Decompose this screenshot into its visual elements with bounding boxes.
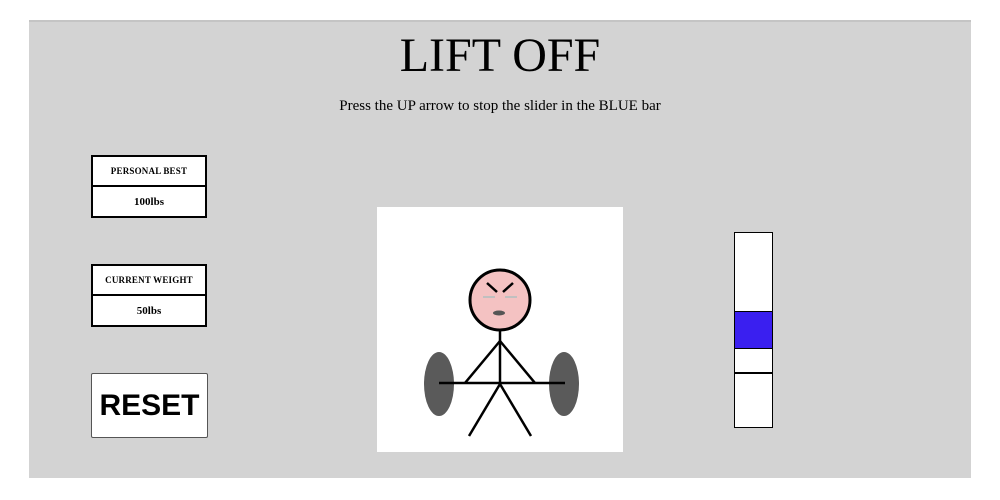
lifter-right-arm bbox=[499, 340, 536, 384]
lifter-right-leg bbox=[498, 383, 533, 437]
lifter-mouth bbox=[493, 310, 505, 316]
personal-best-value: 100lbs bbox=[134, 195, 164, 208]
lifter-left-leg bbox=[467, 383, 502, 437]
power-meter bbox=[734, 232, 773, 428]
stick-figure-lifter bbox=[424, 268, 579, 437]
current-weight-value: 50lbs bbox=[136, 304, 162, 317]
lifter-head bbox=[468, 268, 532, 332]
personal-best-label: PERSONAL BEST bbox=[93, 157, 205, 187]
lifter-left-arm bbox=[464, 340, 501, 384]
lifter-stage bbox=[377, 207, 623, 452]
current-weight-label: CURRENT WEIGHT bbox=[93, 266, 205, 296]
game-panel: LIFT OFF Press the UP arrow to stop the … bbox=[29, 20, 971, 478]
current-weight-box: CURRENT WEIGHT 50lbs bbox=[91, 264, 207, 327]
instructions-text: Press the UP arrow to stop the slider in… bbox=[339, 98, 661, 114]
meter-slider bbox=[735, 371, 772, 374]
personal-best-box: PERSONAL BEST 100lbs bbox=[91, 155, 207, 218]
game-title: LIFT OFF bbox=[399, 29, 601, 82]
meter-target-zone bbox=[735, 310, 772, 350]
reset-button[interactable]: RESET bbox=[91, 373, 208, 438]
